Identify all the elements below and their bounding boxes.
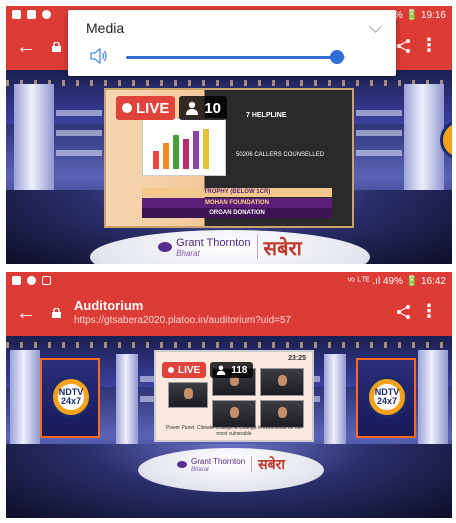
live-dot-icon — [122, 103, 132, 113]
screenshot-bottom: ᵛᵒ ᴸᵀᴱ .ıl 49% 🔋 16:42 ← Auditorium http… — [6, 272, 452, 518]
lock-icon — [52, 42, 61, 52]
ndtv-logo-right: NDTV 24x7 — [366, 376, 408, 418]
savera-logo: सबेरा — [258, 456, 285, 473]
slide-helpline: 7 HELPLINE — [246, 112, 287, 119]
media-label: Media — [86, 20, 125, 36]
share-icon[interactable] — [396, 38, 412, 54]
participant-tile-5 — [260, 400, 304, 428]
live-badge: LIVE — [162, 362, 207, 378]
page-title: Auditorium — [74, 298, 144, 313]
slide-counsellors: 50206 CALLERS COUNSELLED — [236, 152, 325, 158]
grant-thornton-mark-icon — [177, 460, 188, 468]
status-right: ᵛᵒ ᴸᵀᴱ .ıl 49% 🔋 16:42 — [347, 276, 446, 287]
grant-thornton-text: Grant Thornton — [176, 236, 251, 249]
podium: Grant Thornton Bharat सबेरा — [138, 448, 324, 492]
live-badge: LIVE — [116, 96, 176, 120]
ndtv-line2: 24x7 — [376, 396, 398, 406]
speaker-icon[interactable] — [90, 48, 108, 64]
stream-screen[interactable]: 7 HELPLINE 50206 CALLERS COUNSELLED TROP… — [104, 88, 354, 228]
slide-caption: Power Panel: Climate Change & Change in … — [165, 425, 303, 437]
savera-logo: सबेरा — [263, 235, 302, 260]
mail-notification-icon — [42, 276, 51, 285]
chrome-notification-icon — [27, 276, 36, 285]
share-icon[interactable] — [396, 304, 412, 320]
grant-thornton-logo: Grant Thornton Bharat — [177, 456, 245, 473]
auditorium-stage: NDTV 24x7 NDTV 24x7 23:25 Power Panel: Cli… — [6, 336, 452, 518]
participant-tile-4 — [212, 400, 256, 428]
live-label: LIVE — [136, 99, 170, 117]
live-dot-icon — [168, 367, 174, 373]
viewer-count: 118 — [210, 362, 254, 378]
auditorium-stage: 7 HELPLINE 50206 CALLERS COUNSELLED TROP… — [6, 70, 452, 264]
screenshot-top: 0% 🔋 19:16 ← ⋮ 7 HELPLINE 50206 CALLERS … — [6, 6, 452, 264]
media-volume-popup: Media — [68, 10, 396, 76]
podium: Grant Thornton Bharat सबेरा — [90, 230, 370, 264]
more-options-icon[interactable]: ⋮ — [420, 36, 438, 54]
grant-thornton-mark-icon — [158, 242, 173, 252]
ndtv-logo-left: NDTV 24x7 — [50, 376, 92, 418]
viewer-count-value: 10 — [204, 99, 222, 117]
app-bar: ← Auditorium https://gtsabera2020.platoo… — [6, 292, 452, 336]
back-arrow-icon[interactable]: ← — [16, 36, 36, 58]
grant-thornton-sub: Bharat — [191, 466, 209, 473]
live-overlay: LIVE 10 — [116, 96, 228, 120]
grant-thornton-sub: Bharat — [176, 248, 200, 258]
viewer-person-icon — [216, 365, 226, 375]
lock-icon — [52, 308, 61, 318]
grant-thornton-logo: Grant Thornton Bharat — [158, 236, 251, 258]
more-options-icon[interactable]: ⋮ — [420, 302, 438, 320]
volume-slider-thumb[interactable] — [330, 50, 345, 64]
viewer-person-icon — [186, 101, 199, 115]
status-right: 0% 🔋 19:16 — [388, 10, 447, 21]
chrome-notification-icon — [42, 10, 51, 19]
live-overlay: LIVE 118 — [162, 362, 254, 378]
page-url[interactable]: https://gtsabera2020.platoo.in/auditoriu… — [74, 315, 291, 326]
expand-chevron-icon[interactable] — [369, 20, 382, 33]
back-arrow-icon[interactable]: ← — [16, 302, 36, 324]
bag-notification-icon — [27, 10, 36, 19]
slide-trophy: TROPHY (BELOW 1CR) — [142, 188, 332, 197]
slide-org: MOHAN FOUNDATION — [142, 198, 332, 208]
grant-thornton-text: Grant Thornton — [191, 456, 246, 466]
ndtv-line2: 24x7 — [60, 396, 82, 406]
stream-screen[interactable]: 23:25 Power Panel: Climate Change & Chan… — [154, 350, 314, 442]
participant-tile-1 — [168, 382, 208, 408]
participant-tile-3 — [260, 368, 304, 396]
viewer-count: 10 — [179, 96, 228, 120]
ndtv-panel-right: NDTV 24x7 — [356, 358, 416, 438]
slide-bar-chart — [142, 118, 226, 176]
status-bar: ᵛᵒ ᴸᵀᴱ .ıl 49% 🔋 16:42 — [6, 272, 452, 292]
live-label: LIVE — [178, 364, 201, 376]
slide-time: 23:25 — [288, 355, 306, 362]
volume-slider-track[interactable] — [126, 56, 346, 59]
ndtv-panel-left: NDTV 24x7 — [40, 358, 100, 438]
viewer-count-value: 118 — [231, 364, 248, 376]
slide-cause: ORGAN DONATION — [142, 208, 332, 218]
bag-notification-icon — [12, 276, 21, 285]
gallery-notification-icon — [12, 10, 21, 19]
